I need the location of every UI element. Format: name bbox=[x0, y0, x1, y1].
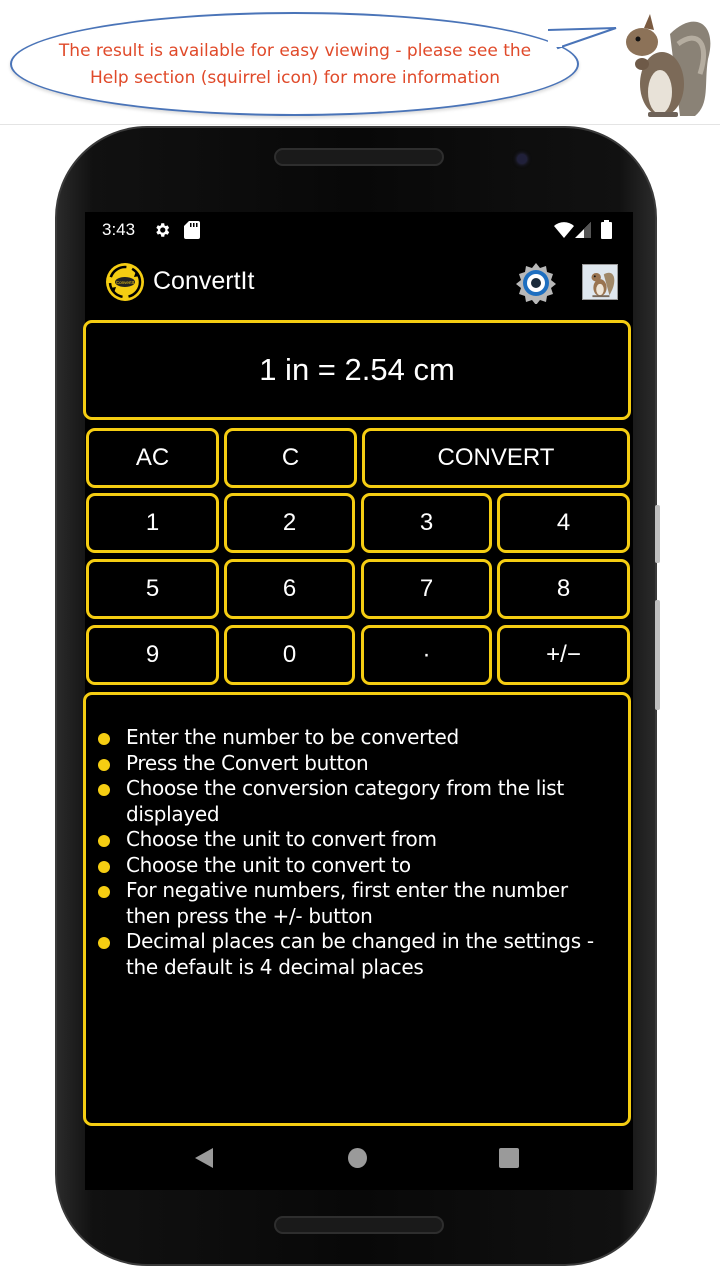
decimal-point-button[interactable]: · bbox=[361, 625, 492, 685]
instruction-item: Press the Convert button bbox=[96, 751, 616, 777]
instruction-item: Enter the number to be converted bbox=[96, 725, 616, 751]
digit-0-button[interactable]: 0 bbox=[224, 625, 355, 685]
sd-card-icon bbox=[184, 221, 200, 239]
recents-icon[interactable] bbox=[499, 1148, 519, 1168]
squirrel-icon bbox=[583, 265, 617, 299]
bullet-icon bbox=[98, 784, 110, 796]
key-label: · bbox=[422, 641, 431, 668]
app-bar: ConvertIt ConvertIt bbox=[85, 246, 633, 318]
instruction-text: Choose the unit to convert from bbox=[126, 827, 437, 851]
key-label: C bbox=[281, 444, 300, 471]
settings-gear-icon bbox=[156, 223, 170, 237]
banner-message: The result is available for easy viewing… bbox=[20, 38, 570, 92]
instructions-list: Enter the number to be converted Press t… bbox=[96, 725, 616, 980]
digit-6-button[interactable]: 6 bbox=[224, 559, 355, 619]
key-label: CONVERT bbox=[437, 444, 555, 471]
instruction-item: Choose the conversion category from the … bbox=[96, 776, 616, 827]
bullet-icon bbox=[98, 835, 110, 847]
navigation-bar bbox=[85, 1137, 633, 1182]
home-icon[interactable] bbox=[348, 1148, 367, 1168]
key-label: 8 bbox=[556, 575, 571, 602]
key-label: 6 bbox=[282, 575, 297, 602]
status-time: 3:43 bbox=[102, 220, 136, 239]
earpiece-speaker bbox=[274, 148, 444, 166]
logo-text: ConvertIt bbox=[116, 280, 135, 285]
bullet-icon bbox=[98, 733, 110, 745]
convertit-logo-icon: ConvertIt bbox=[106, 263, 144, 301]
status-bar: 3:43 bbox=[85, 212, 633, 246]
plus-minus-button[interactable]: +/− bbox=[497, 625, 630, 685]
banner-message-line2: Help section (squirrel icon) for more in… bbox=[89, 68, 501, 88]
instruction-text: Decimal places can be changed in the set… bbox=[126, 929, 594, 979]
key-label: 3 bbox=[419, 509, 434, 536]
digit-1-button[interactable]: 1 bbox=[86, 493, 219, 553]
instruction-text: Enter the number to be converted bbox=[126, 725, 459, 749]
key-label: 1 bbox=[145, 509, 160, 536]
result-text: 1 in = 2.54 cm bbox=[259, 352, 455, 387]
key-label: +/− bbox=[546, 641, 581, 668]
key-label: 9 bbox=[145, 641, 160, 668]
squirrel-image bbox=[626, 14, 711, 117]
key-label: 5 bbox=[145, 575, 160, 602]
back-icon[interactable] bbox=[195, 1148, 213, 1168]
digit-7-button[interactable]: 7 bbox=[361, 559, 492, 619]
digit-9-button[interactable]: 9 bbox=[86, 625, 219, 685]
app-title: ConvertIt bbox=[153, 267, 255, 295]
bullet-icon bbox=[98, 886, 110, 898]
help-banner: The result is available for easy viewing… bbox=[0, 0, 720, 125]
instruction-text: Choose the conversion category from the … bbox=[126, 776, 564, 826]
bottom-speaker bbox=[274, 1216, 444, 1234]
instruction-text: Press the Convert button bbox=[126, 750, 369, 775]
settings-button[interactable] bbox=[515, 262, 557, 304]
instruction-item: For negative numbers, first enter the nu… bbox=[96, 878, 616, 929]
key-label: AC bbox=[135, 444, 170, 471]
key-label: 4 bbox=[556, 509, 571, 536]
convert-button[interactable]: CONVERT bbox=[362, 428, 630, 488]
key-label: 2 bbox=[282, 509, 297, 536]
instruction-item: Choose the unit to convert from bbox=[96, 827, 616, 853]
instruction-text: Choose the unit to convert to bbox=[126, 852, 411, 877]
gear-icon bbox=[516, 263, 556, 304]
app-screen: 3:43 ConvertIt ConvertIt 1 in = 2.54 cm … bbox=[83, 212, 633, 1190]
instructions-panel: Enter the number to be converted Press t… bbox=[83, 692, 631, 1126]
instruction-text: For negative numbers, first enter the nu… bbox=[126, 878, 568, 928]
instruction-item: Choose the unit to convert to bbox=[96, 853, 616, 879]
key-label: 7 bbox=[419, 575, 434, 602]
instruction-item: Decimal places can be changed in the set… bbox=[96, 929, 616, 980]
digit-2-button[interactable]: 2 bbox=[224, 493, 355, 553]
wifi-icon bbox=[554, 222, 574, 238]
power-button bbox=[655, 600, 660, 710]
all-clear-button[interactable]: AC bbox=[86, 428, 219, 488]
digit-3-button[interactable]: 3 bbox=[361, 493, 492, 553]
key-label: 0 bbox=[282, 641, 297, 668]
bullet-icon bbox=[98, 937, 110, 949]
help-squirrel-button[interactable] bbox=[582, 264, 618, 300]
bullet-icon bbox=[98, 758, 110, 771]
clear-button[interactable]: C bbox=[224, 428, 357, 488]
banner-message-line1: The result is available for easy viewing… bbox=[58, 41, 532, 61]
bullet-icon bbox=[98, 860, 110, 873]
volume-button bbox=[655, 505, 660, 563]
signal-icon bbox=[575, 222, 591, 238]
digit-4-button[interactable]: 4 bbox=[497, 493, 630, 553]
battery-icon bbox=[601, 220, 612, 239]
result-display: 1 in = 2.54 cm bbox=[83, 320, 631, 420]
digit-5-button[interactable]: 5 bbox=[86, 559, 219, 619]
front-camera bbox=[517, 154, 527, 164]
digit-8-button[interactable]: 8 bbox=[497, 559, 630, 619]
